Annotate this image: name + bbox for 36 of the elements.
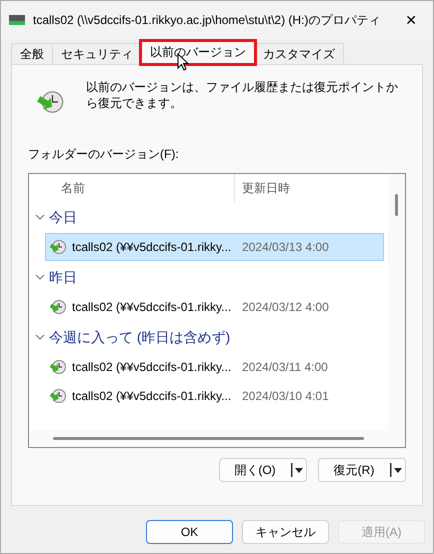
version-date: 2024/03/13 4:00 xyxy=(241,239,329,256)
vertical-scrollbar[interactable] xyxy=(388,174,405,447)
version-name: tcalls02 (¥¥v5dccifs-01.rikky... xyxy=(72,239,232,256)
clock-restore-icon xyxy=(50,359,68,375)
group-header[interactable]: 今日 xyxy=(29,202,388,232)
dialog-button[interactable]: キャンセル xyxy=(242,520,329,544)
list-label: フォルダーのバージョン(F): xyxy=(28,146,180,163)
group-header[interactable]: 昨日 xyxy=(29,262,388,292)
column-header[interactable]: 更新日時 xyxy=(235,174,290,202)
clock-restore-icon xyxy=(50,388,68,404)
dropdown-caret-icon[interactable] xyxy=(290,462,306,478)
version-date: 2024/03/10 4:01 xyxy=(241,388,329,405)
dialog-button[interactable]: OK xyxy=(146,520,233,544)
window-title: tcalls02 (\\v5dccifs-01.rikkyo.ac.jp\home\stu\t\2) (H:)のプロパティ xyxy=(33,12,382,29)
drive-icon xyxy=(9,15,25,25)
group-header[interactable]: 今週に入って (昨日は含めず) xyxy=(29,322,388,352)
tab[interactable]: 全般 xyxy=(11,43,53,64)
dropdown-caret-icon[interactable] xyxy=(389,462,405,478)
clock-restore-icon xyxy=(50,239,68,255)
horizontal-scrollbar[interactable] xyxy=(29,430,388,447)
version-row[interactable]: tcalls02 (¥¥v5dccifs-01.rikky... 2024/03/13 4:00 xyxy=(45,233,384,261)
version-row[interactable]: tcalls02 (¥¥v5dccifs-01.rikky... 2024/03/12 4:00 xyxy=(45,293,384,321)
tab[interactable]: カスタマイズ xyxy=(254,43,344,64)
version-name: tcalls02 (¥¥v5dccifs-01.rikky... xyxy=(72,299,232,316)
version-name: tcalls02 (¥¥v5dccifs-01.rikky... xyxy=(72,359,232,376)
version-name: tcalls02 (¥¥v5dccifs-01.rikky... xyxy=(72,388,232,405)
version-row[interactable]: tcalls02 (¥¥v5dccifs-01.rikky... 2024/03/11 4:00 xyxy=(45,353,384,381)
version-row[interactable]: tcalls02 (¥¥v5dccifs-01.rikky... 2024/03/10 4:01 xyxy=(45,382,384,410)
description-text: 以前のバージョンは、ファイル履歴または復元ポイントから復元できます。 xyxy=(86,79,400,111)
split-button[interactable]: 復元(R) xyxy=(318,458,406,482)
version-date: 2024/03/12 4:00 xyxy=(241,299,329,316)
split-button[interactable]: 開く(O) xyxy=(219,458,307,482)
column-header[interactable]: 名前 xyxy=(29,174,235,202)
close-button[interactable]: ✕ xyxy=(397,10,425,30)
clock-restore-icon xyxy=(50,299,68,315)
version-date: 2024/03/11 4:00 xyxy=(241,359,328,376)
